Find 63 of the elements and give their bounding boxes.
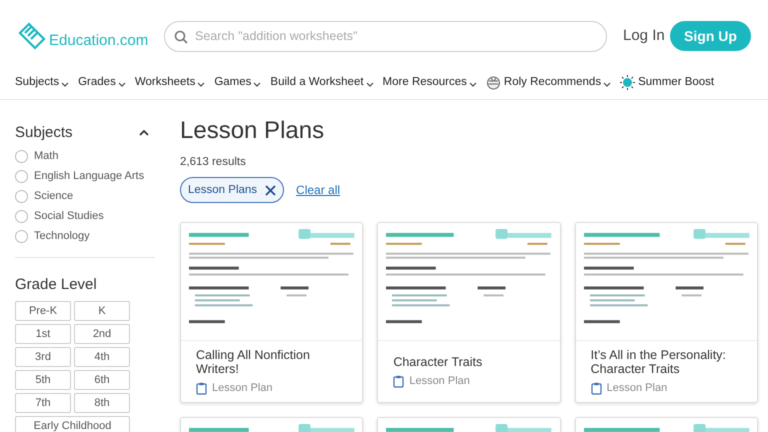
radio-button[interactable] xyxy=(15,230,28,242)
card-type: Lesson Plan xyxy=(606,381,668,396)
search-field[interactable]: Search "addition worksheets" xyxy=(164,20,607,52)
radio-button[interactable] xyxy=(15,150,28,162)
card-type: Lesson Plan xyxy=(409,374,470,389)
clear-all-link[interactable]: Clear all xyxy=(296,181,340,200)
subject-label[interactable]: Social Studies xyxy=(34,208,104,224)
sun-icon xyxy=(620,75,636,90)
page-title: Lesson Plans xyxy=(180,116,326,146)
chevron-up-icon[interactable] xyxy=(139,130,149,136)
lesson-card[interactable]: Calling All Nonfiction Writers! Lesson Plan xyxy=(180,222,364,404)
grade-button[interactable]: Pre-K xyxy=(15,301,71,321)
nav-menu-item[interactable]: Grades xyxy=(78,74,126,92)
subject-label[interactable]: English Language Arts xyxy=(34,168,144,184)
login-link[interactable]: Log In xyxy=(623,24,665,48)
bug-icon xyxy=(486,75,501,90)
grade-button[interactable]: 6th xyxy=(74,370,130,390)
card-title[interactable]: Calling All Nonfiction Writers! xyxy=(196,348,348,376)
radio-button[interactable] xyxy=(15,190,28,202)
chevron-down-icon xyxy=(253,82,262,86)
filter-heading: Subjects xyxy=(15,123,73,143)
clipboard-icon xyxy=(393,374,404,388)
subject-label[interactable]: Science xyxy=(34,188,74,204)
nav-menu-item[interactable]: Games xyxy=(214,74,262,92)
logo-icon xyxy=(17,22,47,50)
chevron-down-icon xyxy=(197,82,206,86)
nav-menu-item[interactable]: Roly Recommends xyxy=(486,74,612,92)
card-title[interactable]: It’s All in the Personality: Character Traits xyxy=(590,348,742,376)
lesson-card[interactable]: Character Traits Lesson Plan xyxy=(377,222,561,404)
clipboard-icon xyxy=(590,382,602,395)
chevron-down-icon xyxy=(366,82,374,86)
grade-button[interactable]: 3rd xyxy=(15,347,71,367)
card-type: Lesson Plan xyxy=(212,381,273,396)
subject-label[interactable]: Technology xyxy=(34,228,90,244)
nav-menu-item[interactable]: Build a Worksheet xyxy=(270,74,374,92)
close-icon[interactable] xyxy=(265,184,276,196)
clipboard-icon xyxy=(196,382,207,395)
filter-chip[interactable]: Lesson Plans xyxy=(180,177,284,204)
nav-menu-item[interactable]: More Resources xyxy=(382,74,477,92)
radio-button[interactable] xyxy=(15,170,28,182)
grade-button[interactable]: 4th xyxy=(74,347,130,367)
lesson-card[interactable]: It’s All in the Personality: Character Traits Lesson Plan xyxy=(574,222,758,404)
chevron-down-icon xyxy=(603,82,612,86)
filter-heading: Grade Level xyxy=(15,274,98,294)
nav-menu-item[interactable]: Worksheets xyxy=(134,74,206,92)
chevron-down-icon xyxy=(61,82,70,86)
grade-button[interactable]: Early Childhood xyxy=(15,416,130,432)
subject-label[interactable]: Math xyxy=(34,148,58,164)
card-title[interactable]: Character Traits xyxy=(393,355,545,369)
grade-button[interactable]: 5th xyxy=(15,370,71,390)
grade-button[interactable]: 7th xyxy=(15,393,71,413)
grade-button[interactable]: 8th xyxy=(74,393,130,413)
search-icon xyxy=(174,30,188,44)
logo-text: Education.com xyxy=(49,33,148,48)
chevron-down-icon xyxy=(468,82,477,86)
nav-menu-item[interactable]: Summer Boost xyxy=(620,74,714,92)
chevron-down-icon xyxy=(118,82,126,86)
results-count: 2,613 results xyxy=(180,155,247,170)
grade-button[interactable]: 1st xyxy=(15,324,71,344)
grade-button[interactable]: K xyxy=(74,301,130,321)
radio-button[interactable] xyxy=(15,210,28,222)
nav-menu-item[interactable]: Subjects xyxy=(15,74,70,92)
grade-button[interactable]: 2nd xyxy=(74,324,130,344)
